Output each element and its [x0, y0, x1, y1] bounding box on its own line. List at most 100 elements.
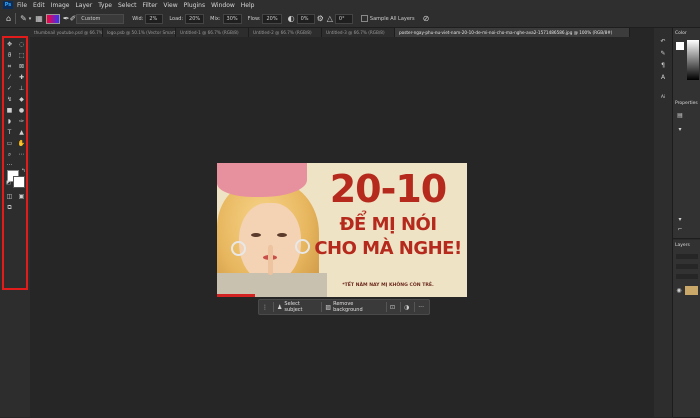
brush-tool-icon[interactable]: ✓ — [5, 84, 14, 93]
eraser-tool-icon[interactable]: ◆ — [17, 95, 26, 104]
character-icon[interactable]: A — [659, 74, 667, 82]
pressure-icon[interactable]: ⊘ — [423, 14, 430, 23]
wet-label: Wid: — [132, 15, 144, 22]
zoom-tool-icon[interactable]: ⌕ — [5, 150, 14, 159]
tab-untitled-2[interactable]: Untitled-2 @ 66.7% (RGB/8) — [249, 28, 322, 37]
poster-scarf-illustration — [217, 163, 307, 197]
tab-untitled-3[interactable]: Untitled-3 @ 66.7% (RGB/8) — [322, 28, 395, 37]
rulers-section-icon: ▾ — [678, 216, 682, 223]
default-colors-icon[interactable]: ◩ — [4, 179, 13, 188]
airbrush-icon[interactable]: ◐ — [288, 14, 295, 23]
dodge-tool-icon[interactable]: ◗ — [5, 117, 14, 126]
artboard-icon[interactable]: ⧉ — [5, 203, 14, 212]
marquee-tool-icon[interactable]: ◌ — [17, 40, 26, 49]
lasso-tool-icon[interactable]: ϑ — [5, 51, 14, 60]
color-panel: Color — [673, 28, 700, 99]
crop-tool-icon[interactable]: ⌗ — [5, 62, 14, 71]
transform-button[interactable]: ⊡ — [385, 302, 400, 312]
menu-file[interactable]: File — [17, 2, 27, 9]
remove-background-button[interactable]: ▨ Remove background — [321, 301, 386, 313]
layer-thumbnail[interactable] — [685, 286, 698, 295]
color-panel-foreground[interactable] — [676, 42, 684, 50]
paragraph-icon[interactable]: ¶ — [659, 62, 667, 70]
mix-field[interactable]: 30% — [222, 13, 242, 24]
poster-line-2: CHO MÀ NGHE! — [314, 238, 462, 259]
grip-icon: ⋮ — [262, 303, 268, 311]
rulers-icon[interactable]: ⌐ — [676, 226, 684, 234]
swap-colors-icon[interactable]: ↰ — [19, 167, 28, 176]
history-icon[interactable]: ↶ — [659, 38, 667, 46]
eyedropper-tool-icon[interactable]: ⁄ — [5, 73, 14, 82]
ellipsis-icon: ··· — [418, 303, 424, 311]
background-color-swatch[interactable] — [13, 176, 25, 188]
angle-icon[interactable]: △ — [327, 14, 333, 23]
load-label: Load: — [169, 15, 184, 22]
preset-dropdown[interactable]: Custom — [76, 13, 125, 24]
canvas-section-icon: ▾ — [678, 126, 682, 133]
gradient-tool-icon[interactable]: ■ — [5, 106, 14, 115]
menu-layer[interactable]: Layer — [75, 2, 92, 9]
tab-untitled-1[interactable]: Untitled-1 @ 66.7% (RGB/8) — [176, 28, 249, 37]
move-tool-icon[interactable]: ✥ — [5, 40, 14, 49]
drag-handle[interactable]: ⋮ — [259, 302, 273, 312]
path-selection-tool-icon[interactable]: ▲ — [17, 128, 26, 137]
divider — [15, 13, 17, 24]
screen-mode-icon[interactable]: ▣ — [17, 192, 26, 201]
poster-image[interactable]: 20-10 ĐỂ MỊ NÓI CHO MÀ NGHE! *TẾT NĂM NA… — [217, 163, 467, 297]
brush-settings-panel-icon[interactable]: ✎ — [659, 50, 667, 58]
select-subject-button[interactable]: ♟ Select subject — [273, 301, 321, 313]
wet-field[interactable]: 2% — [145, 13, 164, 24]
adobe-stock-icon[interactable]: Ai — [659, 94, 667, 102]
menu-filter[interactable]: Filter — [143, 2, 158, 9]
load-field[interactable]: 20% — [185, 13, 205, 24]
visibility-eye-icon[interactable]: ◉ — [675, 287, 683, 295]
blur-tool-icon[interactable]: ● — [17, 106, 26, 115]
menu-type[interactable]: Type — [98, 2, 112, 9]
frame-tool-icon[interactable]: ⊠ — [17, 62, 26, 71]
color-panel-picker[interactable] — [687, 40, 699, 80]
menu-select[interactable]: Select — [118, 2, 137, 9]
more-options-button[interactable]: ··· — [414, 302, 429, 312]
tab-thumbnail-youtube[interactable]: thumbnail youtube.psd @ 66.7% (Layer 1, … — [30, 28, 103, 37]
home-icon[interactable]: ⌂ — [6, 14, 11, 23]
pen-tool-icon[interactable]: ✑ — [17, 117, 26, 126]
menu-view[interactable]: View — [163, 2, 177, 9]
mixer-brush-icon[interactable]: ✎ — [20, 14, 27, 23]
color-panel-title: Color — [675, 31, 687, 36]
menu-edit[interactable]: Edit — [33, 2, 45, 9]
sample-all-layers-checkbox[interactable] — [360, 15, 368, 22]
rectangle-tool-icon[interactable]: ▭ — [5, 139, 14, 148]
hand-tool-icon[interactable]: ✋ — [17, 139, 26, 148]
more-tools-icon[interactable]: ··· — [5, 161, 14, 170]
layer-mode-field[interactable] — [676, 264, 698, 269]
history-brush-tool-icon[interactable]: ↯ — [5, 95, 14, 104]
clean-brush-icon[interactable]: ✐ — [70, 14, 77, 23]
quick-mask-icon[interactable]: ◫ — [5, 192, 14, 201]
adjustment-icon: ◑ — [404, 303, 410, 311]
clone-stamp-tool-icon[interactable]: ⊥ — [17, 84, 26, 93]
load-brush-icon[interactable]: ✒ — [63, 14, 70, 23]
tab-logo[interactable]: logo.psb @ 50.1% (Vector Smart... — [103, 28, 176, 37]
flow-field[interactable]: 20% — [262, 13, 282, 24]
tab-poster[interactable]: poster-ngay-phu-nu-viet-nam-20-10-de-mi-… — [395, 28, 630, 37]
adjustment-button[interactable]: ◑ — [400, 302, 414, 312]
smoothing-settings-icon[interactable]: ⚙ — [317, 14, 324, 23]
menu-bar: Ps File Edit Image Layer Type Select Fil… — [0, 0, 700, 10]
object-selection-tool-icon[interactable]: ⬚ — [17, 51, 26, 60]
angle-field[interactable]: 0° — [334, 13, 353, 24]
menu-window[interactable]: Window — [211, 2, 235, 9]
brush-settings-icon[interactable]: ▦ — [35, 14, 43, 23]
current-brush-load-swatch[interactable] — [45, 13, 60, 24]
menu-image[interactable]: Image — [51, 2, 70, 9]
layers-panel: Layers ◉ — [673, 240, 700, 418]
menu-help[interactable]: Help — [241, 2, 255, 9]
brush-size-icon[interactable]: ▾ — [29, 16, 32, 22]
layer-filter-field[interactable] — [676, 254, 698, 259]
smoothing-field[interactable]: 0% — [296, 13, 315, 24]
menu-plugins[interactable]: Plugins — [184, 2, 206, 9]
poster-earring — [295, 239, 310, 254]
layer-lock-field[interactable] — [676, 274, 698, 279]
edit-toolbar-icon[interactable]: ⋯ — [17, 150, 26, 159]
healing-brush-tool-icon[interactable]: ✚ — [17, 73, 26, 82]
type-tool-icon[interactable]: T — [5, 128, 14, 137]
